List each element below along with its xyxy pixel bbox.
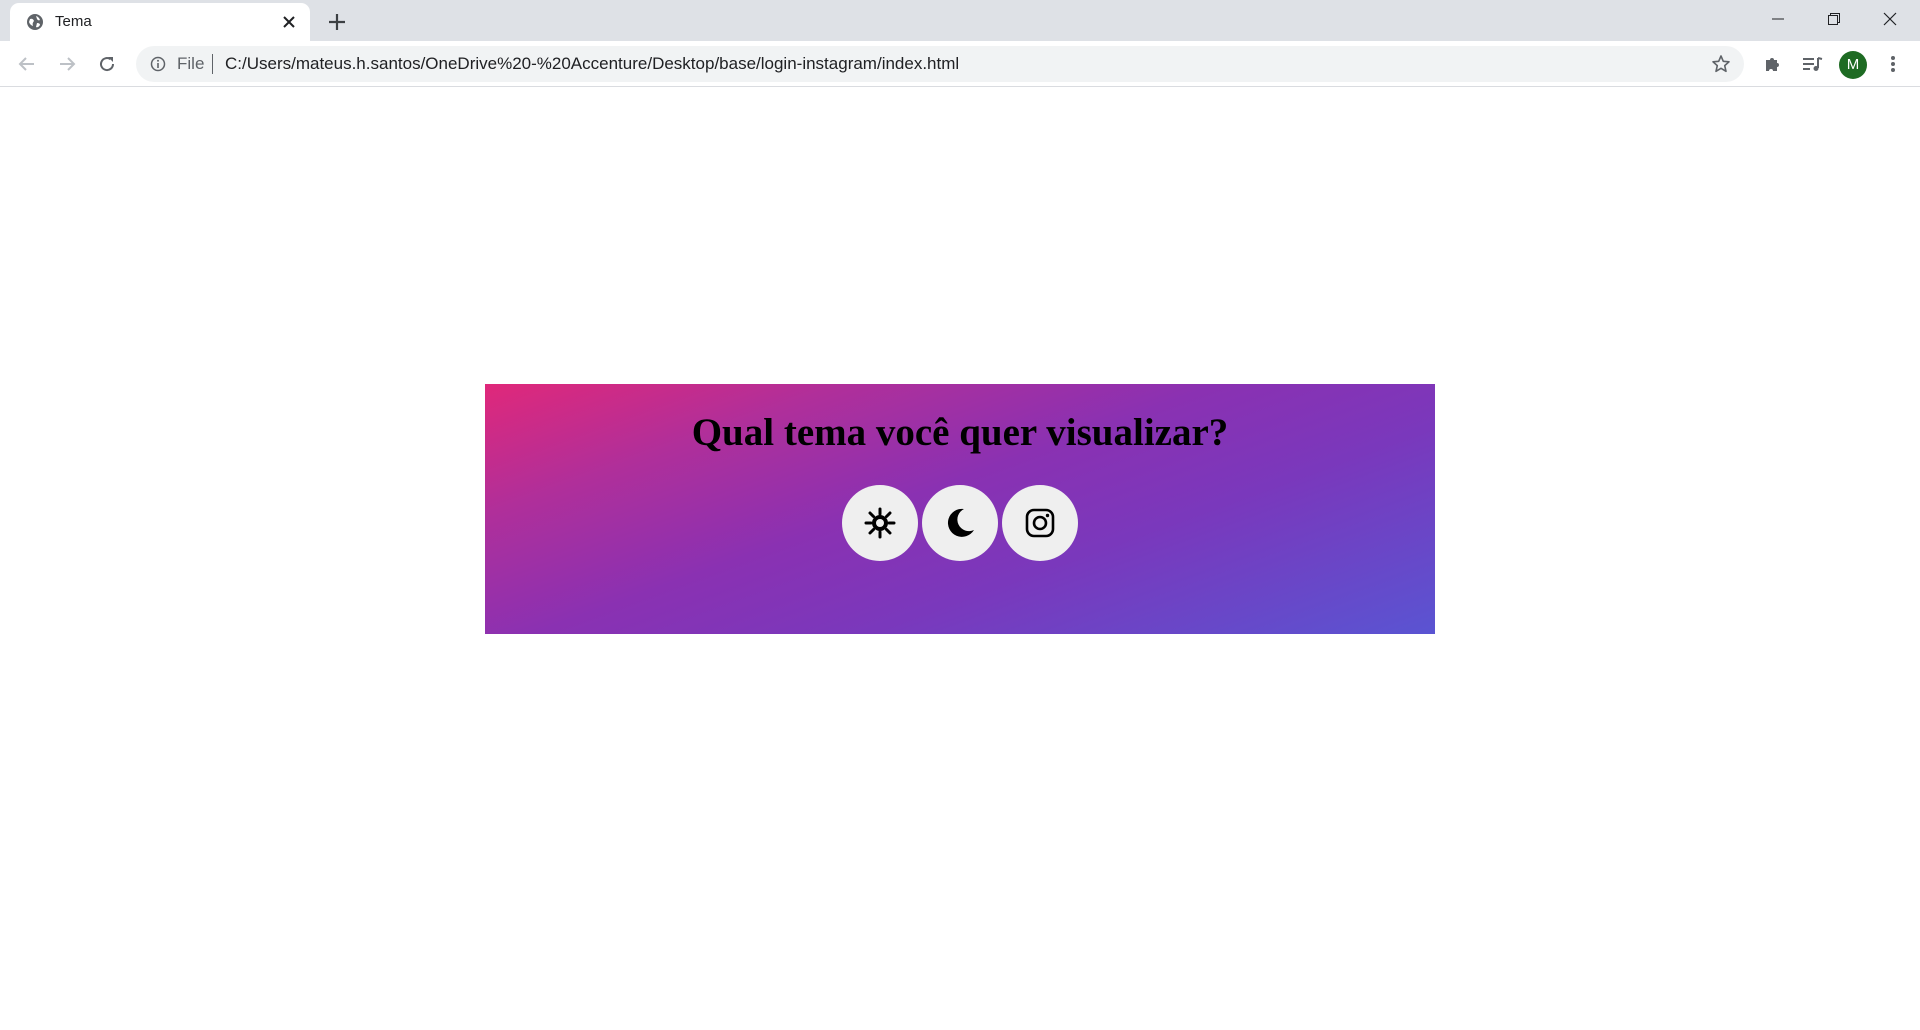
- reload-icon: [100, 57, 115, 72]
- scheme-divider: [212, 54, 213, 74]
- forward-button[interactable]: [54, 51, 80, 77]
- address-bar[interactable]: File C:/Users/mateus.h.santos/OneDrive%2…: [136, 46, 1744, 82]
- theme-button-group: [842, 485, 1082, 561]
- browser-menu-button[interactable]: [1881, 52, 1905, 76]
- instagram-theme-button[interactable]: [1002, 485, 1078, 561]
- kebab-menu-icon: [1891, 56, 1895, 72]
- instagram-icon: [1025, 508, 1055, 538]
- tab-title: Tema: [55, 13, 92, 30]
- browser-toolbar: File C:/Users/mateus.h.santos/OneDrive%2…: [0, 41, 1920, 87]
- scheme-label: File: [177, 54, 205, 73]
- star-icon[interactable]: [1711, 54, 1731, 74]
- minimize-button[interactable]: [1750, 0, 1806, 38]
- profile-avatar[interactable]: M: [1839, 51, 1867, 79]
- light-theme-button[interactable]: [842, 485, 918, 561]
- back-button[interactable]: [14, 51, 40, 77]
- moon-icon: [947, 508, 974, 537]
- arrow-right-icon: [60, 57, 76, 71]
- media-control-button[interactable]: [1800, 52, 1824, 76]
- close-icon: [1883, 12, 1897, 26]
- info-icon[interactable]: [150, 56, 166, 72]
- theme-selector-panel: Qual tema você quer visualizar?: [485, 384, 1435, 634]
- tab-strip: Tema: [0, 0, 1920, 41]
- restore-button[interactable]: [1806, 0, 1862, 38]
- url-text[interactable]: C:/Users/mateus.h.santos/OneDrive%20-%20…: [225, 55, 959, 73]
- arrow-left-icon: [18, 57, 34, 71]
- minimize-icon: [1772, 18, 1784, 20]
- close-icon[interactable]: [281, 14, 297, 30]
- globe-icon: [27, 14, 43, 30]
- media-control-icon: [1803, 57, 1823, 71]
- browser-tab[interactable]: Tema: [10, 3, 310, 41]
- close-window-button[interactable]: [1862, 0, 1918, 38]
- dark-theme-button[interactable]: [922, 485, 998, 561]
- extensions-button[interactable]: [1760, 52, 1784, 76]
- plus-icon[interactable]: [325, 10, 349, 34]
- reload-button[interactable]: [94, 51, 120, 77]
- sun-icon: [864, 507, 896, 539]
- theme-question-heading: Qual tema você quer visualizar?: [691, 411, 1229, 454]
- restore-icon: [1828, 13, 1840, 25]
- puzzle-icon: [1766, 58, 1779, 71]
